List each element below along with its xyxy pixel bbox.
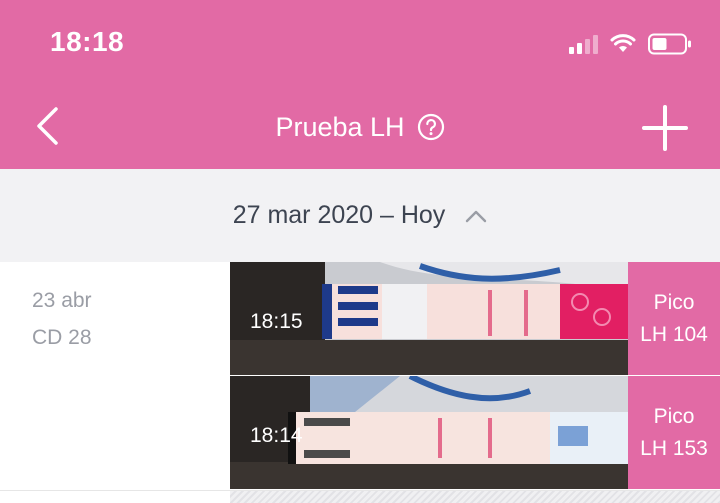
battery-icon bbox=[648, 33, 691, 55]
signal-icon bbox=[569, 34, 598, 54]
chevron-up-icon[interactable] bbox=[465, 209, 487, 223]
status-time: 18:18 bbox=[50, 26, 125, 57]
wifi-icon bbox=[610, 34, 636, 52]
test-strip-photo: 18:14 bbox=[230, 376, 628, 489]
app-header: 18:18 Prueba LH bbox=[0, 0, 720, 169]
help-icon[interactable] bbox=[417, 113, 445, 141]
add-test-button[interactable] bbox=[640, 103, 690, 153]
result-value: LH 153 bbox=[640, 436, 708, 460]
test-result-badge: Pico LH 153 bbox=[628, 376, 720, 489]
test-result-badge: Pico LH 104 bbox=[628, 262, 720, 375]
test-row[interactable]: 18:15 Pico LH 104 bbox=[230, 262, 720, 375]
date-range-label: 27 mar 2020 – Hoy bbox=[232, 201, 446, 229]
test-strip-photo: 18:15 bbox=[230, 262, 628, 375]
test-time: 18:14 bbox=[250, 424, 303, 447]
next-row-placeholder bbox=[230, 491, 720, 503]
result-value: LH 104 bbox=[640, 322, 708, 346]
page-title: Prueba LH bbox=[275, 111, 405, 142]
date-range-bar[interactable]: 27 mar 2020 – Hoy bbox=[0, 169, 720, 262]
status-icons bbox=[569, 30, 692, 58]
test-time: 18:15 bbox=[250, 310, 303, 333]
result-label: Pico bbox=[653, 404, 695, 428]
result-label: Pico bbox=[653, 290, 695, 314]
test-row[interactable]: 18:14 Pico LH 153 bbox=[230, 376, 720, 489]
header-title-group: Prueba LH bbox=[0, 105, 720, 149]
entry-cycle-day: CD 28 bbox=[32, 326, 92, 349]
entry-date: 23 abr bbox=[32, 289, 92, 312]
